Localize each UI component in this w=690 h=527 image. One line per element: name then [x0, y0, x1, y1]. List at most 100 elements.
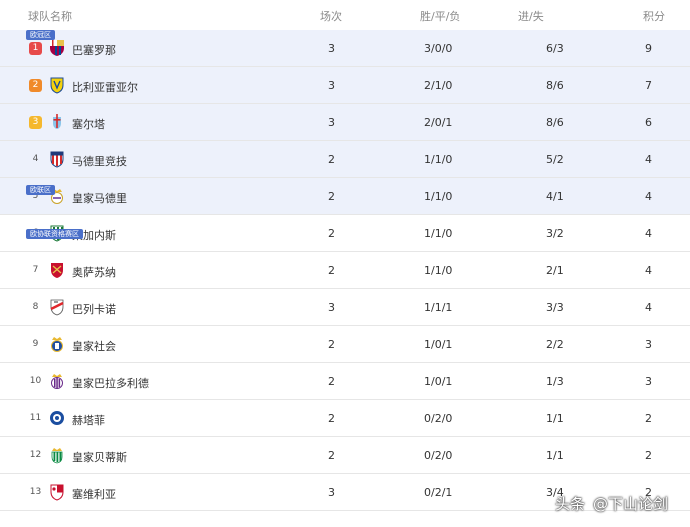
valladolid-crest-icon	[51, 374, 63, 389]
rank-number: 13	[29, 487, 42, 497]
wdl-value: 1/1/0	[424, 264, 453, 277]
goals-value: 2/1	[546, 264, 564, 277]
zone-tag-uel: 欧联区	[26, 185, 55, 195]
points-value: 4	[645, 190, 652, 203]
team-name[interactable]: 塞尔塔	[72, 116, 105, 132]
header-goals: 进/失	[518, 10, 544, 23]
sevilla-crest-icon	[50, 484, 64, 501]
played-value: 3	[328, 116, 335, 129]
table-row[interactable]: 9 皇家社会 2 1/0/1 2/2 3	[0, 326, 690, 363]
rank-number: 10	[29, 376, 42, 386]
watermark-platform: 头条	[554, 495, 585, 513]
rank-number: 7	[32, 265, 39, 275]
points-value: 7	[645, 79, 652, 92]
wdl-value: 1/1/0	[424, 153, 453, 166]
goals-value: 3/2	[546, 227, 564, 240]
played-value: 2	[328, 264, 335, 277]
team-name[interactable]: 皇家巴拉多利德	[72, 375, 149, 391]
played-value: 3	[328, 79, 335, 92]
goals-value: 8/6	[546, 116, 564, 129]
osasuna-crest-icon	[51, 263, 63, 278]
played-value: 3	[328, 42, 335, 55]
rank-number: 4	[32, 154, 39, 164]
real-sociedad-crest-icon	[51, 337, 63, 352]
wdl-value: 3/0/0	[424, 42, 453, 55]
atletico-crest-icon	[50, 151, 64, 168]
rank-number: 11	[29, 413, 42, 423]
team-name[interactable]: 马德里竞技	[72, 153, 127, 169]
played-value: 2	[328, 338, 335, 351]
played-value: 2	[328, 412, 335, 425]
wdl-value: 1/0/1	[424, 375, 453, 388]
table-row[interactable]: 1 巴塞罗那 3 3/0/0 6/3 9	[0, 30, 690, 67]
standings-table: 1 巴塞罗那 3 3/0/0 6/3 9 2 比利亚雷亚尔 3 2/1/0 8/…	[0, 30, 690, 511]
wdl-value: 1/1/0	[424, 190, 453, 203]
rank-number: 9	[32, 339, 39, 349]
table-row[interactable]: 12 皇家贝蒂斯 2 0/2/0 1/1 2	[0, 437, 690, 474]
table-row[interactable]: 3 塞尔塔 3 2/0/1 8/6 6	[0, 104, 690, 141]
team-name[interactable]: 塞维利亚	[72, 486, 116, 502]
played-value: 2	[328, 153, 335, 166]
goals-value: 1/1	[546, 412, 564, 425]
team-name[interactable]: 皇家社会	[72, 338, 116, 354]
goals-value: 2/2	[546, 338, 564, 351]
header-team: 球队名称	[28, 10, 72, 23]
goals-value: 3/3	[546, 301, 564, 314]
watermark: 头条 @下山论剑	[545, 491, 676, 517]
villarreal-crest-icon	[50, 77, 64, 94]
team-name[interactable]: 比利亚雷亚尔	[72, 79, 138, 95]
points-value: 3	[645, 338, 652, 351]
wdl-value: 0/2/0	[424, 412, 453, 425]
goals-value: 5/2	[546, 153, 564, 166]
table-row[interactable]: 2 比利亚雷亚尔 3 2/1/0 8/6 7	[0, 67, 690, 104]
table-row[interactable]: 11 赫塔菲 2 0/2/0 1/1 2	[0, 400, 690, 437]
rank-number: 12	[29, 450, 42, 460]
goals-value: 4/1	[546, 190, 564, 203]
played-value: 3	[328, 301, 335, 314]
header-points: 积分	[643, 10, 665, 23]
rank-badge: 2	[29, 79, 42, 92]
wdl-value: 1/1/1	[424, 301, 453, 314]
points-value: 4	[645, 153, 652, 166]
played-value: 2	[328, 375, 335, 388]
points-value: 4	[645, 301, 652, 314]
points-value: 4	[645, 264, 652, 277]
wdl-value: 1/1/0	[424, 227, 453, 240]
barcelona-crest-icon	[50, 40, 64, 56]
wdl-value: 2/1/0	[424, 79, 453, 92]
rayo-crest-icon	[50, 299, 64, 316]
wdl-value: 2/0/1	[424, 116, 453, 129]
wdl-value: 0/2/1	[424, 486, 453, 499]
rank-number: 8	[32, 302, 39, 312]
betis-crest-icon	[51, 448, 63, 464]
header-played: 场次	[320, 10, 342, 23]
played-value: 3	[328, 486, 335, 499]
team-name[interactable]: 皇家马德里	[72, 190, 127, 206]
wdl-value: 0/2/0	[424, 449, 453, 462]
table-header: 球队名称 场次 胜/平/负 进/失 积分	[0, 0, 690, 30]
points-value: 4	[645, 227, 652, 240]
team-name[interactable]: 巴塞罗那	[72, 42, 116, 58]
points-value: 9	[645, 42, 652, 55]
table-row[interactable]: 5 皇家马德里 2 1/1/0 4/1 4	[0, 178, 690, 215]
table-row[interactable]: 7 奥萨苏纳 2 1/1/0 2/1 4	[0, 252, 690, 289]
wdl-value: 1/0/1	[424, 338, 453, 351]
zone-tag-ucl: 欧冠区	[26, 30, 55, 40]
played-value: 2	[328, 190, 335, 203]
team-name[interactable]: 皇家贝蒂斯	[72, 449, 127, 465]
team-name[interactable]: 赫塔菲	[72, 412, 105, 428]
goals-value: 1/1	[546, 449, 564, 462]
table-row[interactable]: 6 莱加内斯 2 1/1/0 3/2 4	[0, 215, 690, 252]
table-row[interactable]: 8 巴列卡诺 3 1/1/1 3/3 4	[0, 289, 690, 326]
celta-crest-icon	[53, 114, 61, 129]
table-row[interactable]: 10 皇家巴拉多利德 2 1/0/1 1/3 3	[0, 363, 690, 400]
table-row[interactable]: 4 马德里竞技 2 1/1/0 5/2 4	[0, 141, 690, 178]
team-name[interactable]: 奥萨苏纳	[72, 264, 116, 280]
zone-tag-uecl: 欧协联资格赛区	[26, 229, 83, 239]
played-value: 2	[328, 227, 335, 240]
team-name[interactable]: 巴列卡诺	[72, 301, 116, 317]
watermark-author: @下山论剑	[592, 495, 668, 513]
rank-badge: 3	[29, 116, 42, 129]
getafe-crest-icon	[50, 411, 64, 425]
rank-badge: 1	[29, 42, 42, 55]
